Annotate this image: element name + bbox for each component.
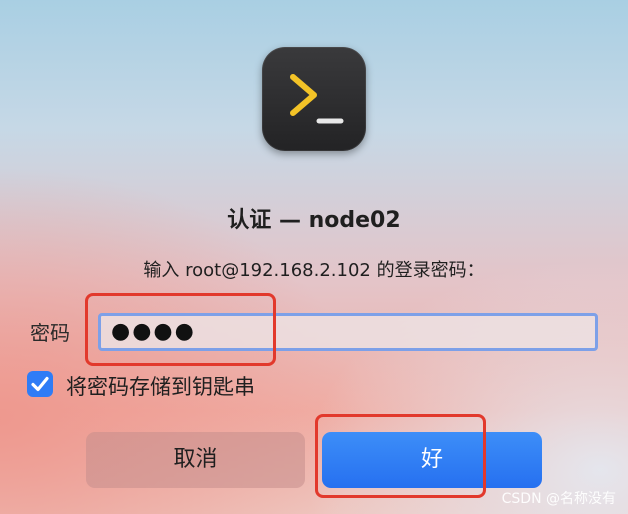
keychain-checkbox-label[interactable]: 将密码存储到钥匙串 xyxy=(66,371,255,401)
terminal-icon xyxy=(290,74,344,124)
cancel-button[interactable]: 取消 xyxy=(86,432,305,488)
password-label: 密码 xyxy=(30,321,70,345)
keychain-checkbox[interactable] xyxy=(27,371,53,397)
terminal-app-icon xyxy=(262,47,366,151)
annotation-box-password xyxy=(85,293,276,366)
dialog-title: 认证 — node02 xyxy=(227,208,401,233)
dialog-prompt: 输入 root@192.168.2.102 的登录密码： xyxy=(143,260,485,281)
checkmark-icon xyxy=(31,376,49,392)
watermark: CSDN @名称没有 xyxy=(501,491,616,507)
annotation-box-ok xyxy=(315,414,486,498)
